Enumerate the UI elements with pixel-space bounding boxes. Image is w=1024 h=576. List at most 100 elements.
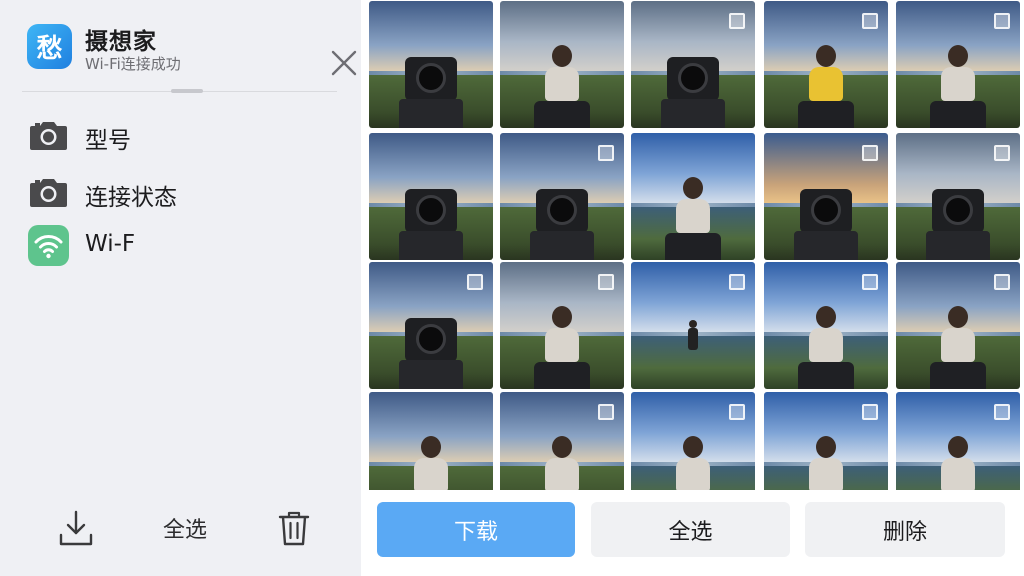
- photo-thumbnail[interactable]: [631, 262, 755, 389]
- camera-grip: [399, 360, 463, 389]
- camera-lens: [943, 195, 973, 225]
- select-checkbox[interactable]: [994, 274, 1010, 290]
- camera-lens: [811, 195, 841, 225]
- photo-grid: [361, 0, 1024, 490]
- person-head: [816, 436, 836, 458]
- camera-foreground: [665, 233, 721, 260]
- app-title: 摄想家: [85, 29, 157, 55]
- photo-thumbnail[interactable]: [500, 392, 624, 490]
- person-head: [816, 306, 836, 328]
- camera-subject: [667, 57, 719, 101]
- photo-thumbnail[interactable]: [500, 1, 624, 128]
- select-checkbox[interactable]: [729, 13, 745, 29]
- person-body: [545, 458, 579, 490]
- person-body: [809, 458, 843, 490]
- camera-lens: [416, 324, 446, 354]
- select-all-label: 全选: [162, 518, 207, 543]
- person-body: [941, 458, 975, 490]
- camera-subject: [536, 189, 588, 233]
- person-head: [421, 436, 441, 458]
- person-body: [941, 67, 975, 101]
- bottom-actions: 全选: [0, 505, 361, 555]
- app-header: 愁 摄想家 Wi-Fi连接成功: [27, 22, 357, 76]
- select-checkbox[interactable]: [729, 274, 745, 290]
- camera-icon: [30, 179, 67, 207]
- select-checkbox[interactable]: [862, 145, 878, 161]
- select-checkbox[interactable]: [994, 145, 1010, 161]
- photo-thumbnail[interactable]: [764, 262, 888, 389]
- photo-thumbnail[interactable]: [631, 1, 755, 128]
- camera-grip: [399, 99, 463, 128]
- camera-lens: [547, 195, 577, 225]
- camera-foreground: [930, 101, 986, 128]
- person-body: [941, 328, 975, 362]
- wifi-label: Wi-F: [85, 231, 136, 257]
- camera-foreground: [798, 362, 854, 389]
- select-checkbox[interactable]: [467, 274, 483, 290]
- select-checkbox[interactable]: [862, 13, 878, 29]
- person-head: [552, 436, 572, 458]
- photo-thumbnail[interactable]: [896, 262, 1020, 389]
- select-checkbox[interactable]: [862, 404, 878, 420]
- delete-action[interactable]: [276, 505, 312, 551]
- select-all-action[interactable]: 全选: [150, 505, 220, 551]
- info-row-connection: 连接状态: [28, 170, 338, 214]
- delete-button[interactable]: 删除: [805, 502, 1005, 557]
- action-bar: 下载 全选 删除: [361, 490, 1024, 576]
- person-head: [948, 306, 968, 328]
- camera-subject: [932, 189, 984, 233]
- person-head: [689, 320, 697, 328]
- camera-grip: [661, 99, 725, 128]
- close-button[interactable]: [329, 48, 359, 78]
- wifi-icon: [28, 225, 69, 266]
- camera-foreground: [534, 362, 590, 389]
- camera-grip: [926, 231, 990, 260]
- select-checkbox[interactable]: [598, 404, 614, 420]
- photo-thumbnail[interactable]: [896, 1, 1020, 128]
- camera-lens: [416, 195, 446, 225]
- photo-thumbnail[interactable]: [369, 262, 493, 389]
- camera-grip: [794, 231, 858, 260]
- select-all-button[interactable]: 全选: [591, 502, 790, 557]
- person-head: [683, 177, 703, 199]
- photo-thumbnail[interactable]: [500, 262, 624, 389]
- camera-subject: [405, 318, 457, 362]
- person-head: [948, 436, 968, 458]
- download-action[interactable]: [56, 505, 96, 551]
- drag-handle[interactable]: [171, 89, 203, 93]
- photo-thumbnail[interactable]: [631, 133, 755, 260]
- photo-thumbnail[interactable]: [896, 392, 1020, 490]
- camera-subject: [800, 189, 852, 233]
- person-body: [676, 199, 710, 233]
- connection-status-label: 连接状态: [85, 185, 177, 211]
- camera-lens: [678, 63, 708, 93]
- info-row-wifi: Wi-F: [28, 223, 338, 267]
- photo-thumbnail[interactable]: [369, 392, 493, 490]
- photo-thumbnail[interactable]: [764, 392, 888, 490]
- photo-thumbnail[interactable]: [500, 133, 624, 260]
- device-panel: 愁 摄想家 Wi-Fi连接成功 型号 连接状态 Wi-F 全选: [0, 0, 361, 576]
- select-checkbox[interactable]: [862, 274, 878, 290]
- photo-thumbnail[interactable]: [369, 133, 493, 260]
- camera-foreground: [930, 362, 986, 389]
- photo-thumbnail[interactable]: [764, 1, 888, 128]
- select-checkbox[interactable]: [598, 274, 614, 290]
- camera-foreground: [534, 101, 590, 128]
- select-checkbox[interactable]: [598, 145, 614, 161]
- person-head: [948, 45, 968, 67]
- photo-thumbnail[interactable]: [896, 133, 1020, 260]
- select-checkbox[interactable]: [729, 404, 745, 420]
- model-label: 型号: [85, 128, 131, 154]
- trash-icon: [278, 511, 310, 546]
- camera-icon: [30, 122, 67, 150]
- select-checkbox[interactable]: [994, 404, 1010, 420]
- photo-thumbnail[interactable]: [764, 133, 888, 260]
- info-row-model: 型号: [28, 113, 338, 157]
- photo-thumbnail[interactable]: [369, 1, 493, 128]
- camera-grip: [399, 231, 463, 260]
- select-checkbox[interactable]: [994, 13, 1010, 29]
- camera-grip: [530, 231, 594, 260]
- person-body: [414, 458, 448, 490]
- photo-thumbnail[interactable]: [631, 392, 755, 490]
- download-button[interactable]: 下载: [377, 502, 575, 557]
